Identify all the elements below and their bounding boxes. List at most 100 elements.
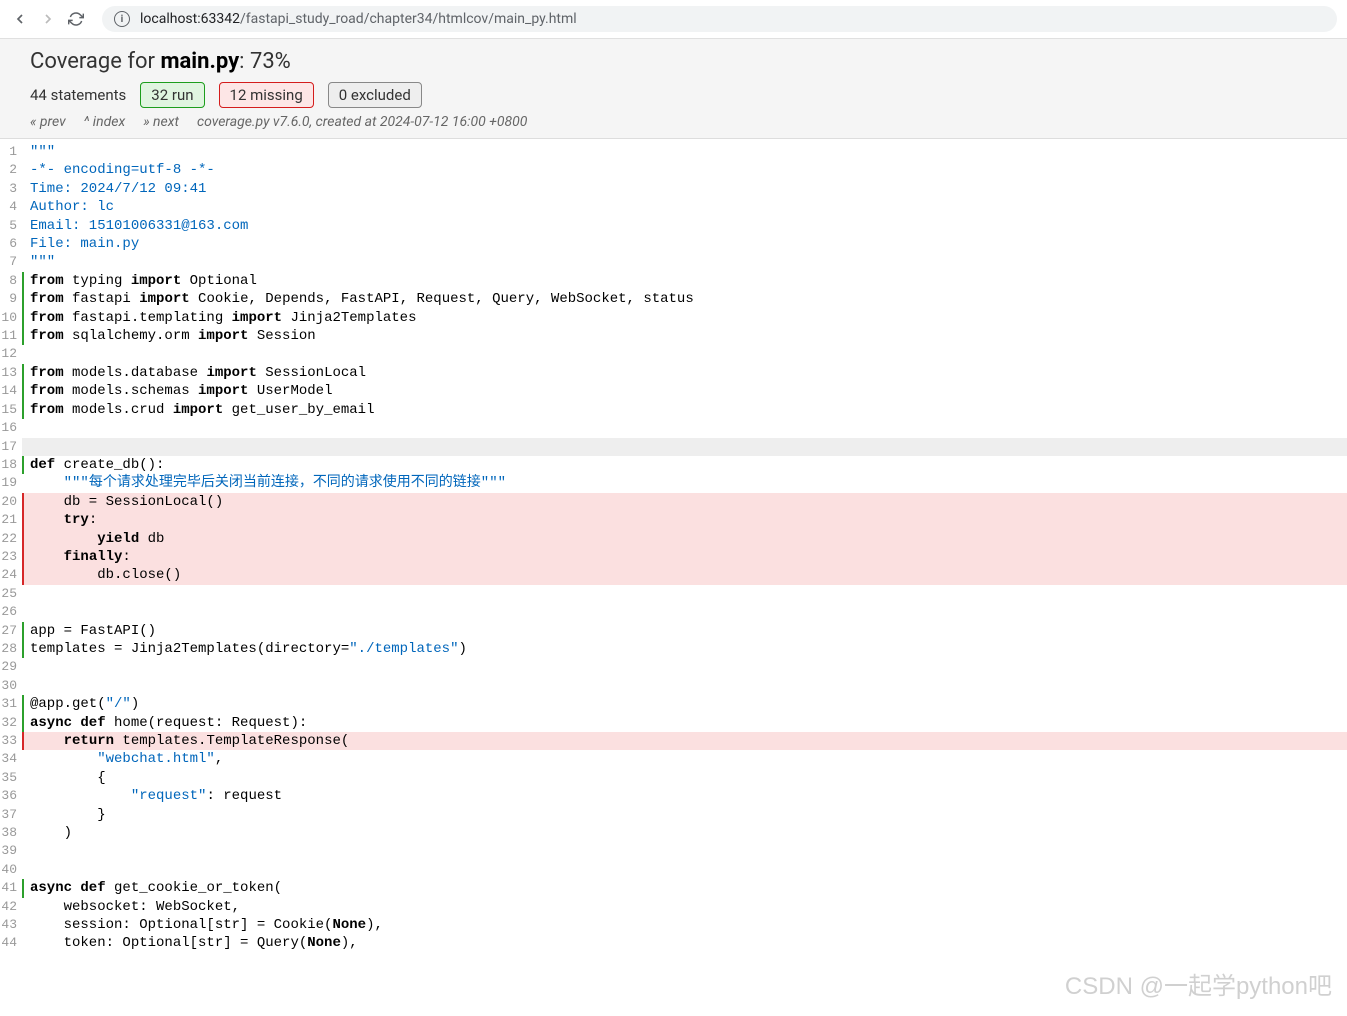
line-content	[22, 438, 1347, 456]
code-line: 37 }	[0, 806, 1347, 824]
line-content: return templates.TemplateResponse(	[22, 732, 1347, 750]
line-content: from typing import Optional	[22, 272, 1347, 290]
code-line: 29	[0, 658, 1347, 676]
code-line: 41async def get_cookie_or_token(	[0, 879, 1347, 897]
code-line: 44 token: Optional[str] = Query(None),	[0, 934, 1347, 952]
line-number[interactable]: 26	[0, 603, 22, 621]
line-number[interactable]: 32	[0, 714, 22, 732]
url-text: localhost:63342/fastapi_study_road/chapt…	[140, 11, 577, 27]
refresh-button[interactable]	[66, 9, 86, 29]
line-number[interactable]: 41	[0, 879, 22, 897]
code-line: 12	[0, 345, 1347, 363]
prev-link[interactable]: « prev	[30, 114, 66, 130]
nav-links: « prev ^ index » next coverage.py v7.6.0…	[30, 114, 1317, 130]
line-number[interactable]: 2	[0, 161, 22, 179]
line-number[interactable]: 1	[0, 143, 22, 161]
code-line: 30	[0, 677, 1347, 695]
line-number[interactable]: 30	[0, 677, 22, 695]
line-content: File: main.py	[22, 235, 1347, 253]
line-number[interactable]: 43	[0, 916, 22, 934]
run-badge[interactable]: 32 run	[140, 82, 204, 108]
line-number[interactable]: 33	[0, 732, 22, 750]
line-number[interactable]: 28	[0, 640, 22, 658]
code-line: 14from models.schemas import UserModel	[0, 382, 1347, 400]
line-number[interactable]: 13	[0, 364, 22, 382]
line-content	[22, 842, 1347, 860]
line-number[interactable]: 22	[0, 530, 22, 548]
line-number[interactable]: 29	[0, 658, 22, 676]
code-line: 5Email: 15101006331@163.com	[0, 217, 1347, 235]
line-number[interactable]: 42	[0, 898, 22, 916]
line-number[interactable]: 7	[0, 253, 22, 271]
address-bar[interactable]: i localhost:63342/fastapi_study_road/cha…	[102, 6, 1337, 32]
line-content: session: Optional[str] = Cookie(None),	[22, 916, 1347, 934]
code-line: 34 "webchat.html",	[0, 750, 1347, 768]
excluded-badge[interactable]: 0 excluded	[328, 82, 422, 108]
code-line: 13from models.database import SessionLoc…	[0, 364, 1347, 382]
line-number[interactable]: 39	[0, 842, 22, 860]
back-button[interactable]	[10, 9, 30, 29]
line-number[interactable]: 24	[0, 566, 22, 584]
line-number[interactable]: 19	[0, 474, 22, 492]
line-number[interactable]: 36	[0, 787, 22, 805]
next-link[interactable]: » next	[143, 114, 179, 130]
line-content: async def get_cookie_or_token(	[22, 879, 1347, 897]
line-number[interactable]: 15	[0, 401, 22, 419]
line-number[interactable]: 4	[0, 198, 22, 216]
line-content: from models.schemas import UserModel	[22, 382, 1347, 400]
line-number[interactable]: 14	[0, 382, 22, 400]
line-number[interactable]: 6	[0, 235, 22, 253]
line-number[interactable]: 18	[0, 456, 22, 474]
line-number[interactable]: 12	[0, 345, 22, 363]
line-content: Email: 15101006331@163.com	[22, 217, 1347, 235]
line-number[interactable]: 35	[0, 769, 22, 787]
line-number[interactable]: 38	[0, 824, 22, 842]
line-content: """	[22, 143, 1347, 161]
line-number[interactable]: 5	[0, 217, 22, 235]
line-content: from models.crud import get_user_by_emai…	[22, 401, 1347, 419]
code-line: 4Author: lc	[0, 198, 1347, 216]
line-number[interactable]: 20	[0, 493, 22, 511]
code-line: 36 "request": request	[0, 787, 1347, 805]
line-number[interactable]: 27	[0, 622, 22, 640]
code-line: 10from fastapi.templating import Jinja2T…	[0, 309, 1347, 327]
site-info-icon[interactable]: i	[114, 11, 130, 27]
line-number[interactable]: 3	[0, 180, 22, 198]
line-number[interactable]: 11	[0, 327, 22, 345]
code-line: 9from fastapi import Cookie, Depends, Fa…	[0, 290, 1347, 308]
line-number[interactable]: 44	[0, 934, 22, 952]
line-number[interactable]: 34	[0, 750, 22, 768]
line-number[interactable]: 21	[0, 511, 22, 529]
line-number[interactable]: 37	[0, 806, 22, 824]
code-line: 3Time: 2024/7/12 09:41	[0, 180, 1347, 198]
line-content	[22, 419, 1347, 437]
code-line: 21 try:	[0, 511, 1347, 529]
line-number[interactable]: 9	[0, 290, 22, 308]
code-line: 6File: main.py	[0, 235, 1347, 253]
line-number[interactable]: 8	[0, 272, 22, 290]
coverage-header: Coverage for main.py: 73% 44 statements …	[0, 39, 1347, 139]
line-number[interactable]: 17	[0, 438, 22, 456]
line-content: from models.database import SessionLocal	[22, 364, 1347, 382]
line-content: from sqlalchemy.orm import Session	[22, 327, 1347, 345]
line-content: from fastapi.templating import Jinja2Tem…	[22, 309, 1347, 327]
index-link[interactable]: ^ index	[84, 114, 126, 130]
statements-count: 44 statements	[30, 86, 126, 104]
code-line: 16	[0, 419, 1347, 437]
code-line: 23 finally:	[0, 548, 1347, 566]
code-line: 1"""	[0, 143, 1347, 161]
line-number[interactable]: 40	[0, 861, 22, 879]
missing-badge[interactable]: 12 missing	[219, 82, 314, 108]
line-content	[22, 603, 1347, 621]
line-content: try:	[22, 511, 1347, 529]
line-number[interactable]: 31	[0, 695, 22, 713]
forward-button[interactable]	[38, 9, 58, 29]
line-number[interactable]: 23	[0, 548, 22, 566]
watermark: CSDN @一起学python吧	[1065, 966, 1332, 1001]
code-line: 42 websocket: WebSocket,	[0, 898, 1347, 916]
code-line: 38 )	[0, 824, 1347, 842]
line-number[interactable]: 25	[0, 585, 22, 603]
line-number[interactable]: 10	[0, 309, 22, 327]
line-number[interactable]: 16	[0, 419, 22, 437]
code-line: 35 {	[0, 769, 1347, 787]
